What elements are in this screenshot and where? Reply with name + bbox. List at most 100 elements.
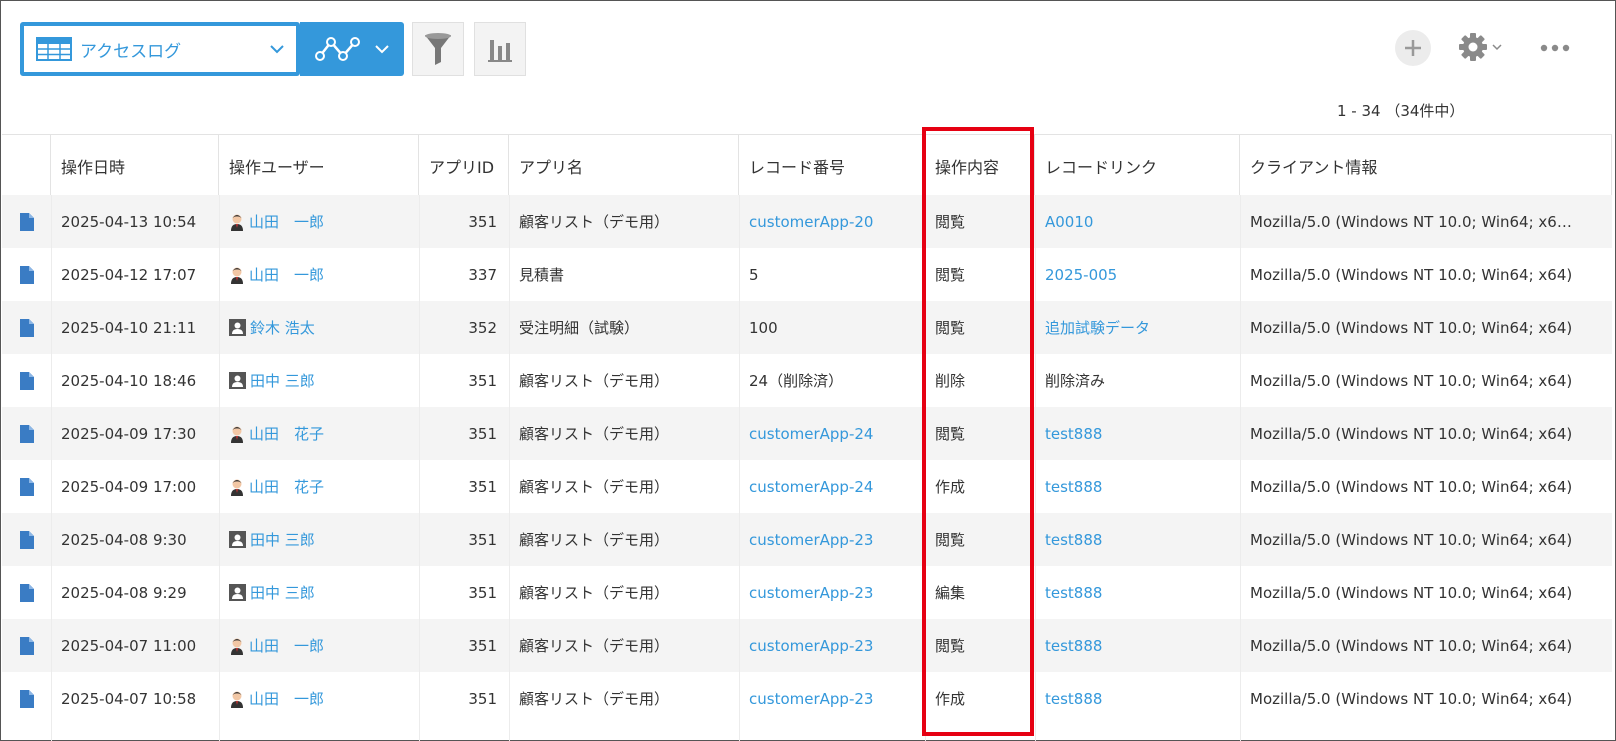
cell-datetime: 2025-04-10 18:46 xyxy=(61,371,197,390)
document-icon xyxy=(19,212,34,231)
record-detail-link[interactable] xyxy=(2,407,51,460)
cell-app-name: 見積書 xyxy=(519,266,565,284)
user-name-link[interactable]: 山田 一郎 xyxy=(249,211,324,232)
user-name-link[interactable]: 鈴木 浩太 xyxy=(250,317,315,338)
settings-button[interactable] xyxy=(1458,32,1502,62)
cell-user[interactable]: 山田 一郎 xyxy=(219,248,419,301)
document-icon xyxy=(19,477,34,496)
cell-record-link[interactable]: test888 xyxy=(1035,672,1240,725)
header-app-name[interactable]: アプリ名 xyxy=(509,135,739,196)
cell-datetime: 2025-04-10 21:11 xyxy=(61,318,197,337)
header-datetime[interactable]: 操作日時 xyxy=(51,135,219,196)
document-icon xyxy=(19,424,34,443)
user-avatar-icon xyxy=(231,214,243,231)
more-icon xyxy=(1540,44,1570,52)
cell-app-name: 顧客リスト（デモ用） xyxy=(519,690,670,708)
graph-view-button[interactable] xyxy=(300,22,404,76)
record-detail-link[interactable] xyxy=(2,672,51,725)
cell-app-name: 顧客リスト（デモ用） xyxy=(519,372,670,390)
cell-record-link[interactable]: test888 xyxy=(1035,513,1240,566)
user-name-link[interactable]: 山田 花子 xyxy=(249,476,324,497)
cell-app-id: 337 xyxy=(468,265,497,284)
document-icon xyxy=(19,318,34,337)
cell-user[interactable]: 田中 三郎 xyxy=(219,354,419,407)
cell-app-name: 顧客リスト（デモ用） xyxy=(519,531,670,549)
cell-app-id: 352 xyxy=(468,318,497,337)
column-divider xyxy=(51,195,52,741)
header-record-link[interactable]: レコードリンク xyxy=(1035,135,1240,196)
user-name-link[interactable]: 山田 一郎 xyxy=(249,264,324,285)
cell-record-link[interactable]: test888 xyxy=(1035,566,1240,619)
cell-record-link[interactable]: test888 xyxy=(1035,407,1240,460)
record-detail-link[interactable] xyxy=(2,513,51,566)
cell-record-link[interactable]: 追加試験データ xyxy=(1035,301,1240,354)
cell-record-number[interactable]: customerApp-23 xyxy=(739,672,925,725)
chevron-down-icon xyxy=(1492,44,1502,51)
add-record-button[interactable] xyxy=(1395,30,1431,66)
user-avatar-icon xyxy=(231,691,243,708)
pagination-info: 1 - 34 （34件中） xyxy=(1337,102,1465,120)
cell-datetime: 2025-04-09 17:00 xyxy=(61,477,197,496)
column-divider xyxy=(509,195,510,741)
cell-user[interactable]: 山田 一郎 xyxy=(219,195,419,248)
header-user[interactable]: 操作ユーザー xyxy=(219,135,419,196)
filter-button[interactable] xyxy=(412,22,464,76)
filter-icon xyxy=(425,33,451,65)
cell-record-number[interactable]: customerApp-23 xyxy=(739,619,925,672)
graph-summary-button[interactable] xyxy=(474,22,526,76)
cell-user[interactable]: 田中 三郎 xyxy=(219,566,419,619)
user-avatar-icon xyxy=(229,372,246,389)
table-row: 2025-04-08 9:29 田中 三郎 351 顧客リスト（デモ用） custome… xyxy=(2,566,1612,619)
user-name-link[interactable]: 田中 三郎 xyxy=(250,529,315,550)
record-detail-link[interactable] xyxy=(2,619,51,672)
cell-client-info: Mozilla/5.0 (Windows NT 10.0; Win64; x64… xyxy=(1250,318,1573,337)
cell-record-link[interactable]: 2025-005 xyxy=(1035,248,1240,301)
cell-user[interactable]: 山田 一郎 xyxy=(219,672,419,725)
cell-record-number[interactable]: customerApp-24 xyxy=(739,407,925,460)
cell-record-number[interactable]: customerApp-24 xyxy=(739,460,925,513)
cell-record-number[interactable]: customerApp-23 xyxy=(739,566,925,619)
cell-user[interactable]: 田中 三郎 xyxy=(219,513,419,566)
cell-app-name: 受注明細（試験） xyxy=(519,319,640,337)
cell-user[interactable]: 鈴木 浩太 xyxy=(219,301,419,354)
user-avatar-icon xyxy=(229,584,246,601)
cell-client-info: Mozilla/5.0 (Windows NT 10.0; Win64; x64… xyxy=(1250,583,1573,602)
cell-record-number[interactable]: customerApp-20 xyxy=(739,195,925,248)
view-selector[interactable]: アクセスログ xyxy=(20,22,300,76)
record-detail-link[interactable] xyxy=(2,195,51,248)
record-detail-link[interactable] xyxy=(2,248,51,301)
user-name-link[interactable]: 山田 一郎 xyxy=(249,635,324,656)
cell-user[interactable]: 山田 花子 xyxy=(219,460,419,513)
table-row: 2025-04-09 17:30 山田 花子 351 顧客リスト（デモ用） custom… xyxy=(2,407,1612,460)
table-row: 2025-04-09 17:00 山田 花子 351 顧客リスト（デモ用） custom… xyxy=(2,460,1612,513)
header-record-number[interactable]: レコード番号 xyxy=(739,135,925,196)
header-app-id[interactable]: アプリID xyxy=(419,135,509,196)
cell-datetime: 2025-04-07 10:58 xyxy=(61,689,197,708)
header-icon-column xyxy=(2,135,51,196)
user-name-link[interactable]: 山田 花子 xyxy=(249,423,324,444)
record-detail-link[interactable] xyxy=(2,460,51,513)
cell-app-id: 351 xyxy=(468,371,497,390)
cell-record-link[interactable]: test888 xyxy=(1035,460,1240,513)
cell-datetime: 2025-04-09 17:30 xyxy=(61,424,197,443)
cell-record-link[interactable]: A0010 xyxy=(1035,195,1240,248)
record-detail-link[interactable] xyxy=(2,566,51,619)
cell-client-info: Mozilla/5.0 (Windows NT 10.0; Win64; x64… xyxy=(1250,477,1573,496)
cell-app-name: 顧客リスト（デモ用） xyxy=(519,584,670,602)
view-name: アクセスログ xyxy=(80,41,182,62)
cell-record-link[interactable]: test888 xyxy=(1035,619,1240,672)
cell-user[interactable]: 山田 花子 xyxy=(219,407,419,460)
more-options-button[interactable] xyxy=(1540,38,1570,57)
cell-record-number[interactable]: customerApp-23 xyxy=(739,513,925,566)
record-detail-link[interactable] xyxy=(2,301,51,354)
user-name-link[interactable]: 田中 三郎 xyxy=(250,370,315,391)
header-client-info[interactable]: クライアント情報 xyxy=(1240,135,1612,196)
record-detail-link[interactable] xyxy=(2,354,51,407)
column-divider xyxy=(739,195,740,741)
cell-user[interactable]: 山田 一郎 xyxy=(219,619,419,672)
cell-datetime: 2025-04-08 9:30 xyxy=(61,530,187,549)
user-name-link[interactable]: 山田 一郎 xyxy=(249,688,324,709)
user-name-link[interactable]: 田中 三郎 xyxy=(250,582,315,603)
table-row: 2025-04-07 10:58 山田 一郎 351 顧客リスト（デモ用） custom… xyxy=(2,672,1612,725)
table-row: 2025-04-10 18:46 田中 三郎 351 顧客リスト（デモ用） 24（削除済… xyxy=(2,354,1612,407)
